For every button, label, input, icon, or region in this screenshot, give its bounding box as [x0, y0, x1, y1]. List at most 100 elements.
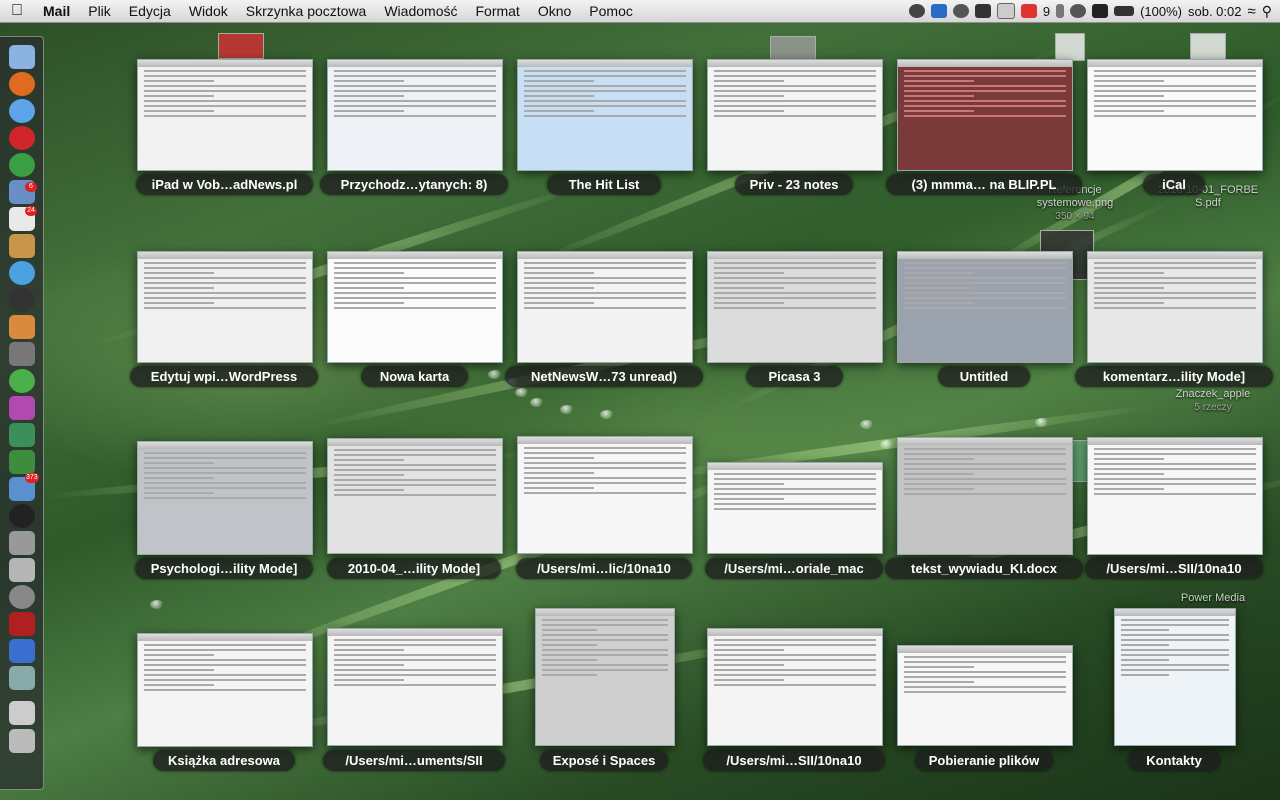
window-thumbnail[interactable]	[897, 437, 1073, 555]
window-thumbnail[interactable]	[327, 438, 503, 554]
systempreferences-icon[interactable]	[9, 585, 35, 609]
spotlight-search-icon[interactable]: ⚲	[1262, 3, 1272, 20]
window-title-label[interactable]: Nowa karta	[361, 366, 468, 387]
firefox-icon[interactable]	[9, 72, 35, 96]
window-thumbnail[interactable]	[327, 251, 503, 363]
window-thumbnail[interactable]	[137, 441, 313, 555]
gmail-icon[interactable]	[1020, 4, 1037, 18]
calendar-status-icon[interactable]	[996, 3, 1015, 19]
menu-skrzynka[interactable]: Skrzynka pocztowa	[237, 3, 376, 19]
window-title-label[interactable]: /Users/mi…uments/SII	[323, 750, 505, 771]
window-title-label[interactable]: tekst_wywiadu_KI.docx	[885, 558, 1083, 579]
window-title-label[interactable]: komentarz…ility Mode]	[1075, 366, 1273, 387]
vmware-icon[interactable]	[9, 531, 35, 555]
window-thumbnail[interactable]	[517, 436, 693, 554]
window-title-label[interactable]: /Users/mi…lic/10na10	[516, 558, 692, 579]
window-thumbnail[interactable]	[897, 251, 1073, 363]
window-title-label[interactable]: (3) mmma… na BLIP.PL	[886, 174, 1082, 195]
menu-wiadomosc[interactable]: Wiadomość	[375, 3, 466, 19]
clock[interactable]: sob. 0:02	[1188, 4, 1242, 19]
window-title-label[interactable]: Untitled	[938, 366, 1030, 387]
adium-icon[interactable]	[9, 504, 35, 528]
window-title-label[interactable]: Picasa 3	[746, 366, 843, 387]
window-thumbnail[interactable]	[137, 251, 313, 363]
window-thumbnail[interactable]	[707, 628, 883, 746]
window-thumbnail[interactable]	[1114, 608, 1236, 746]
adium-status-icon[interactable]	[908, 4, 925, 18]
desktop-file-icon[interactable]	[770, 36, 816, 60]
iphoto-icon[interactable]	[9, 315, 35, 339]
window-thumbnail[interactable]	[707, 59, 883, 171]
menu-okno[interactable]: Okno	[529, 3, 580, 19]
window-title-label[interactable]: NetNewsW…73 unread)	[505, 366, 703, 387]
window-title-label[interactable]: Kontakty	[1128, 750, 1220, 771]
window-thumbnail[interactable]	[707, 462, 883, 554]
spaces-icon[interactable]	[1092, 4, 1109, 18]
menu-plik[interactable]: Plik	[79, 3, 120, 19]
window-title-label[interactable]: Książka adresowa	[153, 750, 295, 771]
menu-format[interactable]: Format	[466, 3, 528, 19]
window-title-label[interactable]: iPad w Vob…adNews.pl	[136, 174, 313, 195]
window-title-label[interactable]: /Users/mi…oriale_mac	[705, 558, 883, 579]
window-thumbnail[interactable]	[327, 628, 503, 746]
window-thumbnail[interactable]	[897, 645, 1073, 746]
photobooth-icon[interactable]	[9, 612, 35, 636]
menu-widok[interactable]: Widok	[180, 3, 237, 19]
downloads-icon[interactable]	[9, 666, 35, 690]
transmission-icon[interactable]	[9, 558, 35, 582]
desktop-item-znaczek[interactable]: Znaczek_apple 5 rzeczy	[1158, 388, 1268, 414]
desktop-file-icon[interactable]	[218, 33, 264, 59]
window-thumbnail[interactable]	[1087, 251, 1263, 363]
window-title-label[interactable]: Edytuj wpi…WordPress	[130, 366, 318, 387]
garageband-icon[interactable]	[9, 342, 35, 366]
window-thumbnail[interactable]	[517, 251, 693, 363]
window-title-label[interactable]: Przychodz…ytanych: 8)	[320, 174, 508, 195]
window-thumbnail[interactable]	[1087, 59, 1263, 171]
menu-app-name[interactable]: Mail	[34, 3, 79, 19]
istat-icon[interactable]	[952, 4, 969, 18]
documents-icon[interactable]	[9, 701, 35, 725]
safari-icon[interactable]	[9, 99, 35, 123]
wifi-icon[interactable]: ≈	[1248, 3, 1256, 20]
menu-edycja[interactable]: Edycja	[120, 3, 180, 19]
addressbook-icon[interactable]	[9, 234, 35, 258]
menu-pomoc[interactable]: Pomoc	[580, 3, 642, 19]
window-thumbnail[interactable]	[517, 59, 693, 171]
window-thumbnail[interactable]	[1087, 437, 1263, 555]
window-thumbnail[interactable]	[897, 59, 1073, 171]
chrome-icon[interactable]	[9, 153, 35, 177]
window-title-label[interactable]: Priv - 23 notes	[735, 174, 853, 195]
window-thumbnail[interactable]	[535, 608, 675, 746]
bluetooth-icon[interactable]	[1056, 4, 1065, 18]
window-title-label[interactable]: The Hit List	[547, 174, 661, 195]
window-title-label[interactable]: iCal	[1143, 174, 1205, 195]
window-thumbnail[interactable]	[137, 59, 313, 171]
picasa-icon[interactable]	[9, 369, 35, 393]
desktop-item-powermedia[interactable]: Power Media	[1158, 592, 1268, 605]
time-machine-icon[interactable]	[1070, 4, 1087, 18]
window-title-label[interactable]: 2010-04_…ility Mode]	[327, 558, 501, 579]
window-title-label[interactable]: /Users/mi…SII/10na10	[1085, 558, 1263, 579]
finder-icon[interactable]	[9, 45, 35, 69]
evernote-status-icon[interactable]	[974, 4, 991, 18]
pdf-file-icon[interactable]	[1190, 33, 1226, 61]
itunes-icon[interactable]	[9, 261, 35, 285]
apple-menu-icon[interactable]: 	[0, 2, 34, 20]
opera-icon[interactable]	[9, 126, 35, 150]
window-title-label[interactable]: /Users/mi…SII/10na10	[703, 750, 885, 771]
thehitlist-icon[interactable]	[9, 423, 35, 447]
window-thumbnail[interactable]	[327, 59, 503, 171]
trash-icon[interactable]	[9, 729, 35, 753]
preview-icon[interactable]	[9, 639, 35, 663]
window-title-label[interactable]: Exposé i Spaces	[540, 750, 668, 771]
dvdplayer-icon[interactable]	[9, 288, 35, 312]
window-title-label[interactable]: Psychologi…ility Mode]	[135, 558, 313, 579]
window-title-label[interactable]: Pobieranie plików	[915, 750, 1053, 771]
desktop-file-icon[interactable]	[1055, 33, 1085, 61]
window-thumbnail[interactable]	[707, 251, 883, 363]
window-thumbnail[interactable]	[137, 633, 313, 747]
evernote-icon[interactable]	[9, 450, 35, 474]
netnewswire-icon[interactable]	[9, 396, 35, 420]
battery-icon[interactable]	[1114, 6, 1135, 16]
dropbox-icon[interactable]	[930, 4, 947, 18]
